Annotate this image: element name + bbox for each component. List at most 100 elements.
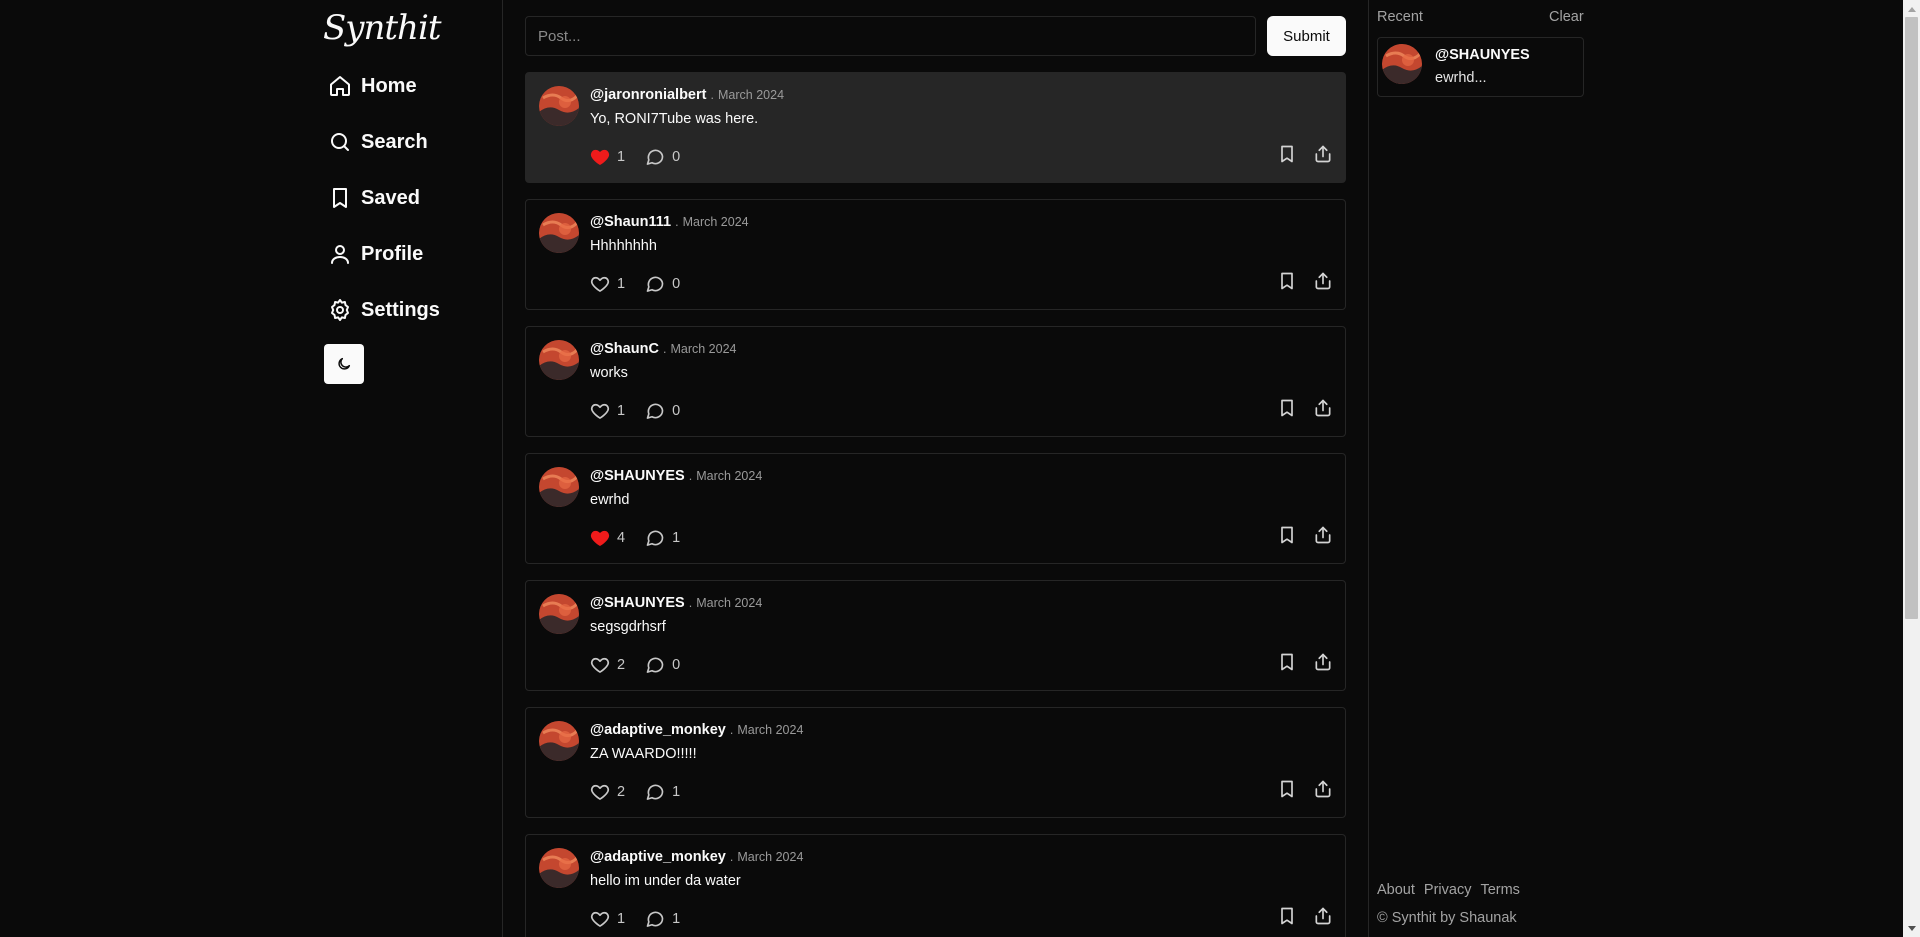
bookmark-button[interactable] xyxy=(1277,144,1297,164)
like-button[interactable]: 1 xyxy=(590,401,625,421)
comment-button[interactable]: 1 xyxy=(645,528,680,548)
comment-button[interactable]: 0 xyxy=(645,274,680,294)
comment-button[interactable]: 0 xyxy=(645,401,680,421)
scroll-down-arrow[interactable] xyxy=(1903,920,1920,937)
bookmark-icon xyxy=(1281,272,1293,290)
post-input[interactable] xyxy=(525,16,1256,56)
post-right-actions xyxy=(1277,271,1333,291)
nav-item-label: Profile xyxy=(361,242,424,265)
avatar[interactable] xyxy=(539,213,579,253)
post-handle[interactable]: @SHAUNYES xyxy=(590,468,685,484)
bookmark-icon xyxy=(1281,907,1293,925)
avatar[interactable] xyxy=(539,86,579,126)
about-link[interactable]: About xyxy=(1377,882,1415,898)
like-button[interactable]: 2 xyxy=(590,655,625,675)
nav-item-profile[interactable]: Profile xyxy=(328,234,423,274)
nav-item-saved[interactable]: Saved xyxy=(328,178,420,218)
like-button[interactable]: 4 xyxy=(590,528,625,548)
post-date: March 2024 xyxy=(737,850,804,864)
avatar[interactable] xyxy=(539,721,579,761)
comment-count: 1 xyxy=(672,911,681,927)
post-handle[interactable]: @adaptive_monkey xyxy=(590,849,726,865)
clear-recent-button[interactable]: Clear xyxy=(1549,9,1584,25)
like-count: 1 xyxy=(617,149,626,165)
avatar[interactable] xyxy=(539,848,579,888)
nav-item-settings[interactable]: Settings xyxy=(328,290,440,330)
recent-item[interactable]: @SHAUNYES ewrhd... xyxy=(1377,37,1584,97)
avatar[interactable] xyxy=(539,340,579,380)
share-button[interactable] xyxy=(1313,271,1333,291)
post-handle[interactable]: @jaronronialbert xyxy=(590,87,706,103)
post-text: ewrhd xyxy=(590,492,630,508)
post-handle[interactable]: @ShaunC xyxy=(590,341,659,357)
comment-button[interactable]: 1 xyxy=(645,909,680,929)
theme-toggle-button[interactable] xyxy=(324,344,364,384)
post-card[interactable]: @SHAUNYES . March 2024 segsgdrhsrf 2 0 xyxy=(525,580,1346,691)
post-handle[interactable]: @adaptive_monkey xyxy=(590,722,726,738)
share-icon xyxy=(1315,399,1331,417)
post-right-actions xyxy=(1277,779,1333,799)
avatar-image xyxy=(539,340,579,380)
nav-item-search[interactable]: Search xyxy=(328,122,428,162)
comment-count: 1 xyxy=(672,530,681,546)
bookmark-button[interactable] xyxy=(1277,271,1297,291)
nav-item-label: Settings xyxy=(361,298,440,321)
like-button[interactable]: 1 xyxy=(590,274,625,294)
post-card[interactable]: @ShaunC . March 2024 works 1 0 xyxy=(525,326,1346,437)
share-button[interactable] xyxy=(1313,398,1333,418)
share-button[interactable] xyxy=(1313,779,1333,799)
meta-separator: . xyxy=(662,342,667,356)
comment-button[interactable]: 1 xyxy=(645,782,680,802)
avatar-image xyxy=(539,848,579,888)
like-button[interactable]: 2 xyxy=(590,782,625,802)
post-meta: @jaronronialbert . March 2024 xyxy=(590,87,784,103)
bookmark-button[interactable] xyxy=(1277,398,1297,418)
bookmark-button[interactable] xyxy=(1277,906,1297,926)
scrollbar-thumb[interactable] xyxy=(1905,17,1918,619)
post-actions: 2 1 xyxy=(590,782,694,802)
bookmark-icon xyxy=(1281,399,1293,417)
share-icon xyxy=(1315,145,1331,163)
post-right-actions xyxy=(1277,398,1333,418)
post-right-actions xyxy=(1277,144,1333,164)
post-text: Yo, RONI7Tube was here. xyxy=(590,111,759,127)
scroll-up-arrow[interactable] xyxy=(1903,0,1920,17)
nav-item-home[interactable]: Home xyxy=(328,66,417,106)
avatar[interactable] xyxy=(539,594,579,634)
privacy-link[interactable]: Privacy xyxy=(1424,882,1472,898)
bookmark-button[interactable] xyxy=(1277,779,1297,799)
post-text: ZA WAARDO!!!!! xyxy=(590,746,697,762)
comment-button[interactable]: 0 xyxy=(645,655,680,675)
post-card[interactable]: @adaptive_monkey . March 2024 ZA WAARDO!… xyxy=(525,707,1346,818)
post-handle[interactable]: @SHAUNYES xyxy=(590,595,685,611)
bookmark-button[interactable] xyxy=(1277,525,1297,545)
share-button[interactable] xyxy=(1313,906,1333,926)
post-actions: 1 1 xyxy=(590,909,694,929)
bookmark-button[interactable] xyxy=(1277,652,1297,672)
avatar[interactable] xyxy=(539,467,579,507)
avatar-image xyxy=(539,467,579,507)
comment-button[interactable]: 0 xyxy=(645,147,680,167)
recent-text: ewrhd... xyxy=(1435,70,1487,86)
heart-icon xyxy=(590,530,610,546)
post-card[interactable]: @Shaun111 . March 2024 Hhhhhhhh 1 0 xyxy=(525,199,1346,310)
avatar xyxy=(1382,44,1422,84)
post-card[interactable]: @adaptive_monkey . March 2024 hello im u… xyxy=(525,834,1346,937)
post-card[interactable]: @jaronronialbert . March 2024 Yo, RONI7T… xyxy=(525,72,1346,183)
post-meta: @SHAUNYES . March 2024 xyxy=(590,595,762,611)
post-meta: @Shaun111 . March 2024 xyxy=(590,214,749,230)
share-button[interactable] xyxy=(1313,525,1333,545)
post-actions: 4 1 xyxy=(590,528,694,548)
submit-button[interactable]: Submit xyxy=(1267,16,1346,56)
post-card[interactable]: @SHAUNYES . March 2024 ewrhd 4 1 xyxy=(525,453,1346,564)
post-handle[interactable]: @Shaun111 xyxy=(590,214,671,230)
share-button[interactable] xyxy=(1313,652,1333,672)
like-button[interactable]: 1 xyxy=(590,147,625,167)
share-button[interactable] xyxy=(1313,144,1333,164)
moon-icon xyxy=(338,357,351,370)
post-date: March 2024 xyxy=(670,342,737,356)
comment-icon xyxy=(646,784,664,800)
terms-link[interactable]: Terms xyxy=(1480,882,1519,898)
like-button[interactable]: 1 xyxy=(590,909,625,929)
app-logo[interactable]: Synthit xyxy=(323,8,441,48)
